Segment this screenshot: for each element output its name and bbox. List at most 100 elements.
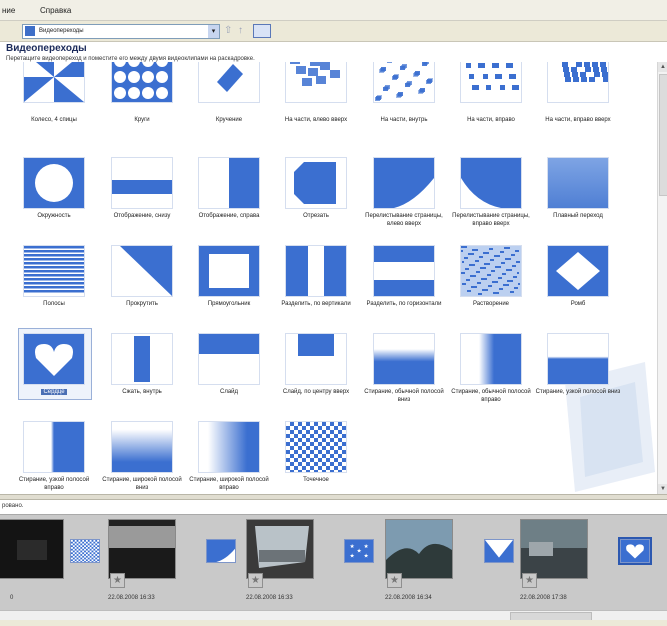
storyboard-transition-heart[interactable] <box>620 539 650 563</box>
storyboard-transition-stars[interactable]: ★ ★ ★ ★ ★ <box>344 539 374 563</box>
pane-splitter[interactable] <box>0 494 667 500</box>
transition-label: Стирание, обычной полосой вниз <box>364 389 444 403</box>
transition-label: Кручение <box>215 117 243 123</box>
storyboard-clip[interactable] <box>520 519 588 579</box>
svg-text:★: ★ <box>349 544 354 550</box>
folder-icon <box>25 26 35 36</box>
svg-text:★: ★ <box>356 549 361 555</box>
effects-star-icon[interactable]: ★ <box>248 573 263 588</box>
svg-text:★: ★ <box>363 544 368 550</box>
view-mode-icon[interactable] <box>253 24 271 38</box>
wipe-wide-down-icon <box>112 422 172 472</box>
transition-label: Ромб <box>570 301 586 307</box>
clip-date: 22.08.2008 16:33 <box>108 595 155 601</box>
slide-icon <box>199 334 259 384</box>
transition-label: Отрезать <box>303 213 329 219</box>
transition-label: Полосы <box>43 301 65 307</box>
split-vertical-icon <box>286 246 346 296</box>
storyboard-transition-page-curl-up-left[interactable] <box>206 539 236 563</box>
transition-label: Отображение, справа <box>198 213 260 219</box>
svg-text:★: ★ <box>363 554 368 560</box>
transition-label: Сжать, внутрь <box>122 389 162 395</box>
vertical-scrollbar[interactable]: ▲ ▼ <box>657 62 667 494</box>
effects-star-icon[interactable]: ★ <box>110 573 125 588</box>
effects-star-icon[interactable]: ★ <box>387 573 402 588</box>
storyboard-clip[interactable] <box>0 519 64 579</box>
transition-label: На части, внутрь <box>380 117 428 123</box>
storyboard-hint: ровано. <box>2 503 24 509</box>
transition-label: Стирание, узкой полосой вниз <box>535 389 621 395</box>
shatter-right-icon <box>461 62 521 102</box>
heart-icon <box>24 334 84 384</box>
clip-date: 0 <box>10 595 14 601</box>
storyboard-transition-checker[interactable] <box>70 539 100 563</box>
reveal-down-icon <box>112 158 172 208</box>
scroll-up-icon[interactable]: ▲ <box>658 62 667 72</box>
page-curl-up-right-icon <box>461 158 521 208</box>
storyboard-transition-diamond-down[interactable] <box>484 539 514 563</box>
transition-label-text: Сердце <box>41 389 67 395</box>
menu-bar: ние Справка <box>0 0 667 21</box>
transition-label: Слайд <box>219 389 239 395</box>
squeeze-in-icon <box>112 334 172 384</box>
transition-label: Стирание, широкой полосой вниз <box>102 477 182 491</box>
transition-label: Перелистывание страницы, влево вверх <box>365 213 443 227</box>
back-icon[interactable]: ↑ <box>238 25 243 36</box>
transition-label: На части, вправо <box>467 117 515 123</box>
cut-icon <box>286 158 346 208</box>
storyboard-clip[interactable] <box>385 519 453 579</box>
slide-up-center-icon <box>286 334 346 384</box>
transition-label: Прямоугольник <box>207 301 251 307</box>
toolbar: Видеопереходы ▾ ⇧ ↑ <box>0 21 667 42</box>
checker-icon <box>286 422 346 472</box>
transition-label: На части, влево вверх <box>284 117 348 123</box>
storyboard-clip[interactable] <box>108 519 176 579</box>
bars-icon <box>24 246 84 296</box>
storyboard: 0 ★ 22.08.2008 16:33 ★ 22.08.2008 16:33 ★ 22.0… <box>0 514 667 611</box>
transition-label: Колесо, 4 спицы <box>31 117 77 123</box>
address-value: Видеопереходы <box>39 28 84 34</box>
transition-label: Прокрутить <box>126 301 158 307</box>
transition-label: Сердце <box>10 388 98 396</box>
transition-label: Отображение, снизу <box>113 213 171 219</box>
clip-date: 22.08.2008 16:34 <box>385 595 432 601</box>
roll-icon <box>112 246 172 296</box>
clip-date: 22.08.2008 16:33 <box>246 595 293 601</box>
rectangle-icon <box>199 246 259 296</box>
chevron-down-icon[interactable]: ▾ <box>208 25 219 38</box>
transition-label: Точечное <box>303 477 329 483</box>
transition-label: Стирание, широкой полосой вправо <box>189 477 269 491</box>
circles-icon <box>112 62 172 102</box>
effects-star-icon[interactable]: ★ <box>522 573 537 588</box>
wipe-narrow-right-icon <box>24 422 84 472</box>
transition-label: Окружность <box>37 213 71 219</box>
page-curl-up-left-icon <box>374 158 434 208</box>
transition-label: Стирание, обычной полосой вправо <box>451 389 531 403</box>
wipe-normal-right-icon <box>461 334 521 384</box>
window-bottom-edge <box>0 620 667 626</box>
transition-label: Разделить, по горизонтали <box>366 301 442 307</box>
fade-icon <box>548 158 608 208</box>
address-combo[interactable]: Видеопереходы ▾ <box>22 24 220 39</box>
scroll-thumb[interactable] <box>659 74 667 196</box>
transition-label: Стирание, узкой полосой вправо <box>18 477 90 491</box>
up-folder-icon[interactable]: ⇧ <box>224 25 232 36</box>
reveal-right-icon <box>199 158 259 208</box>
wheel-4-spokes-icon <box>24 62 84 102</box>
menu-item-view[interactable]: ние <box>2 6 15 15</box>
transition-label: Круги <box>134 117 150 123</box>
transition-label: Перелистывание страницы, вправо вверх <box>452 213 530 227</box>
storyboard-clip[interactable] <box>246 519 314 579</box>
svg-text:★: ★ <box>349 554 354 560</box>
scroll-down-icon[interactable]: ▼ <box>658 484 667 494</box>
wipe-normal-down-icon <box>374 334 434 384</box>
spin-icon <box>199 62 259 102</box>
diamond-icon <box>548 246 608 296</box>
transition-label: Плавный переход <box>553 213 603 219</box>
shatter-up-left-icon <box>286 62 346 102</box>
menu-item-help[interactable]: Справка <box>40 6 71 15</box>
wipe-narrow-down-icon <box>548 334 608 384</box>
circle-icon <box>24 158 84 208</box>
transition-label: На части, вправо вверх <box>545 117 611 123</box>
clip-date: 22.08.2008 17:38 <box>520 595 567 601</box>
